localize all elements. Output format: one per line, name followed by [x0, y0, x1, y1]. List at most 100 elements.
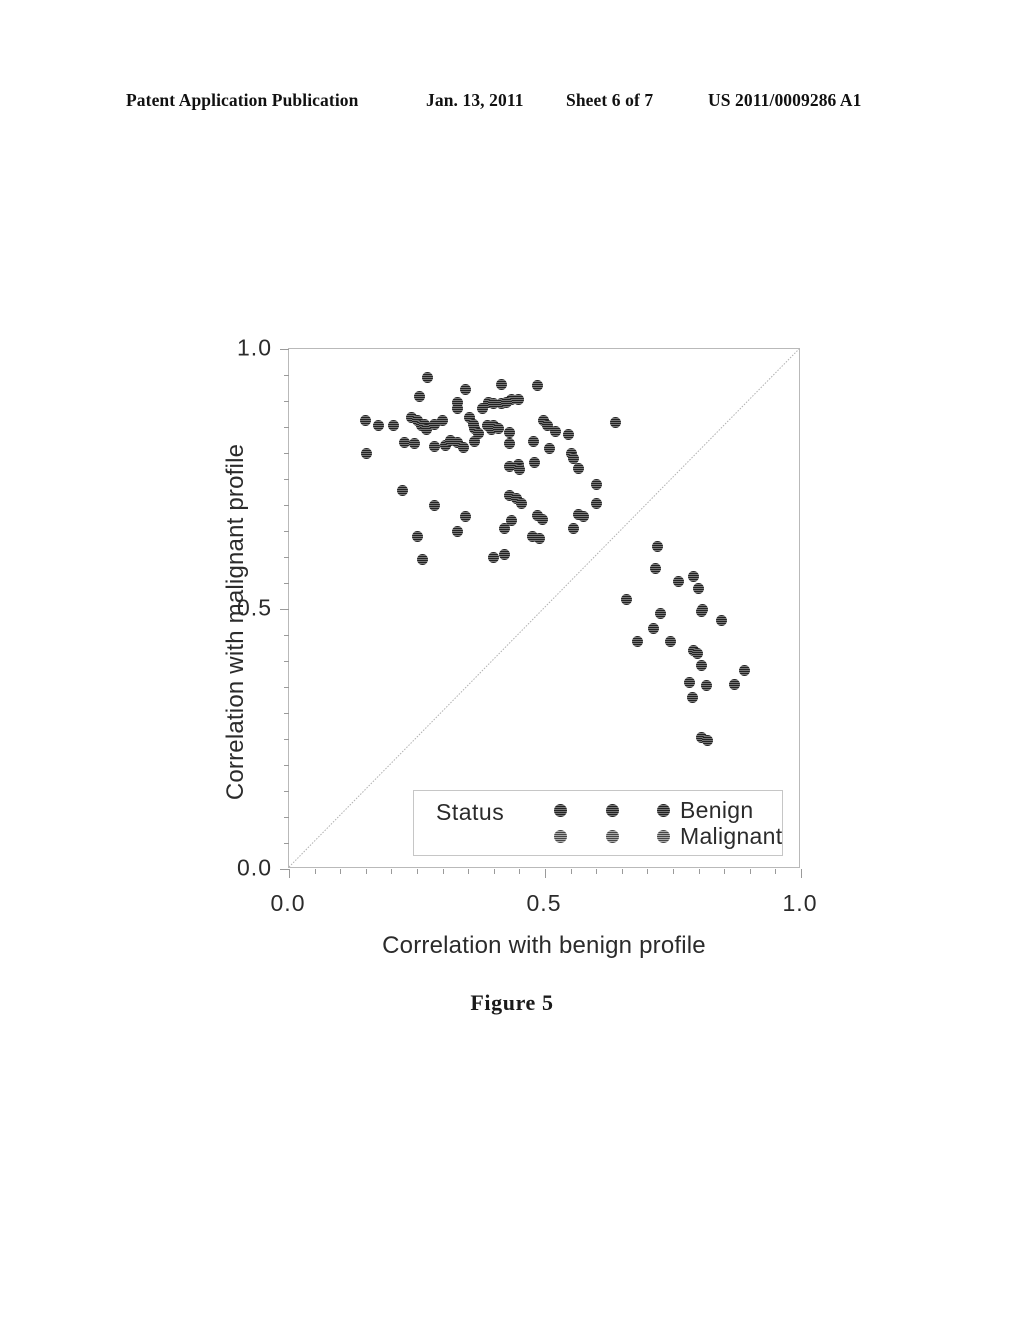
figure-5: 0.0 0.5 1.0 0.0 0.5 1.0 Correlation with mal… [0, 300, 1024, 1040]
data-point-benign [686, 691, 698, 703]
y-tick-mark [284, 843, 289, 844]
data-point-benign [716, 614, 728, 626]
y-tick-mark [284, 713, 289, 714]
y-tick-mark [284, 427, 289, 428]
x-tick-mark [621, 869, 623, 874]
x-tick-mark [519, 869, 521, 874]
legend-label-malignant: Malignant [680, 822, 783, 849]
data-point-benign [664, 635, 676, 647]
x-tick-mark [724, 869, 726, 874]
data-point-benign [700, 680, 712, 692]
data-point-malignant [567, 522, 579, 534]
data-point-malignant [488, 551, 500, 563]
legend-dot-icon [554, 803, 567, 817]
data-point-benign [648, 623, 660, 635]
data-point-malignant [361, 447, 373, 459]
data-point-benign [631, 635, 643, 647]
data-point-malignant [513, 464, 525, 476]
data-point-malignant [549, 425, 561, 437]
data-point-malignant [468, 435, 480, 447]
data-point-malignant [516, 498, 528, 510]
y-tick-mark [284, 505, 289, 506]
x-tick-mark [417, 869, 418, 874]
y-tick-mark [284, 635, 289, 636]
data-point-malignant [493, 422, 505, 434]
data-point-malignant [429, 499, 441, 511]
data-point-malignant [590, 498, 602, 510]
data-point-malignant [460, 510, 472, 522]
legend-dot-icon [657, 829, 670, 843]
x-tick-mark [570, 869, 572, 874]
y-tick-mark [284, 479, 289, 480]
legend-dot-icon [605, 803, 619, 817]
x-tick-mark [493, 869, 495, 874]
y-tick-mark [284, 557, 289, 558]
y-tick-mark [280, 609, 289, 610]
x-tick-mark [698, 869, 700, 874]
y-tick-label: 1.0 [237, 334, 272, 361]
data-point-malignant [529, 456, 541, 468]
data-point-malignant [437, 415, 449, 427]
y-tick-mark [284, 687, 289, 688]
x-axis-tick-labels: 0.0 0.5 1.0 [271, 890, 817, 920]
data-point-malignant [452, 525, 464, 537]
x-tick-mark [442, 869, 444, 874]
x-tick-mark [545, 869, 546, 878]
data-point-malignant [457, 442, 469, 454]
data-point-benign [739, 664, 751, 676]
header-sheet-number: Sheet 6 of 7 [566, 89, 654, 110]
data-point-benign [687, 571, 699, 583]
y-tick-mark [284, 531, 289, 532]
data-point-malignant [501, 396, 513, 408]
data-point-benign [692, 647, 704, 659]
x-tick-label: 1.0 [782, 890, 818, 916]
x-tick-mark [749, 869, 751, 874]
data-point-benign [649, 562, 661, 574]
legend-label-benign: Benign [680, 796, 754, 823]
x-tick-mark [801, 869, 802, 878]
data-point-malignant [460, 384, 472, 396]
data-point-malignant [360, 415, 372, 427]
y-tick-mark [284, 401, 289, 402]
data-point-malignant [373, 420, 385, 432]
data-point-malignant [567, 452, 579, 464]
x-tick-mark [340, 869, 342, 874]
x-tick-mark [365, 869, 367, 874]
x-tick-mark [647, 869, 649, 874]
x-tick-mark [673, 869, 674, 874]
data-point-benign [621, 594, 633, 606]
legend: Status Benign Malignant [413, 790, 783, 856]
x-tick-mark [391, 869, 393, 874]
data-point-benign [672, 576, 684, 588]
y-tick-mark [284, 661, 289, 662]
data-point-malignant [577, 510, 589, 522]
legend-dot-icon [657, 803, 670, 817]
data-point-benign [654, 607, 666, 619]
header-date: Jan. 13, 2011 [426, 89, 524, 110]
data-point-malignant [610, 417, 622, 429]
data-point-malignant [562, 429, 574, 441]
data-point-malignant [531, 380, 543, 392]
y-tick-mark [284, 375, 289, 376]
data-point-malignant [414, 391, 426, 403]
data-point-malignant [411, 530, 423, 542]
data-point-malignant [416, 554, 428, 566]
header-patent-number: US 2011/0009286 A1 [708, 89, 862, 110]
legend-entry-malignant: Malignant [554, 823, 782, 849]
x-tick-label: 0.0 [270, 890, 306, 916]
data-point-malignant [503, 438, 515, 450]
data-point-benign [683, 677, 695, 689]
legend-swatches-malignant [554, 829, 680, 843]
data-point-benign [695, 659, 707, 671]
data-point-malignant [498, 548, 510, 560]
data-point-malignant [452, 402, 464, 414]
x-tick-mark [468, 869, 470, 874]
y-tick-mark [284, 791, 289, 792]
data-point-malignant [512, 393, 524, 405]
x-tick-label: 0.5 [526, 890, 562, 916]
data-point-malignant [408, 438, 420, 450]
data-point-benign [693, 582, 705, 594]
data-point-malignant [429, 441, 441, 453]
data-point-benign [702, 734, 714, 746]
data-point-malignant [397, 484, 409, 496]
